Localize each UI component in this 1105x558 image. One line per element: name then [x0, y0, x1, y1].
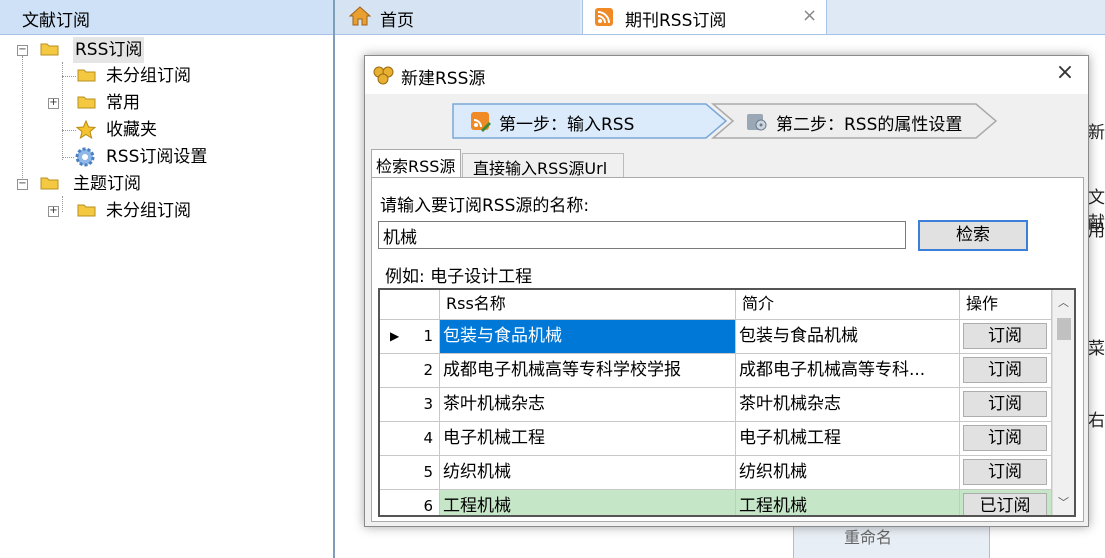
cell-action: 订阅 [960, 320, 1052, 354]
tree-node-favorites[interactable]: 收藏夹 [0, 117, 330, 143]
column-header-name[interactable]: Rss名称 [440, 290, 736, 320]
step-2-label: 第二步：RSS的属性设置 [776, 115, 963, 135]
left-panel-title: 文献订阅 [22, 11, 90, 31]
cell-description[interactable]: 成都电子机械高等专科... [736, 354, 960, 388]
cell-action: 订阅 [960, 422, 1052, 456]
row-pointer-icon: ▶ [390, 329, 400, 343]
cell-name[interactable]: 电子机械工程 [440, 422, 736, 456]
settings-icon [747, 114, 767, 131]
tree-node-common[interactable]: + 常用 [0, 90, 330, 116]
cell-name[interactable]: 成都电子机械高等专科学校学报 [440, 354, 736, 388]
column-header-description[interactable]: 简介 [736, 290, 960, 320]
search-input[interactable] [378, 221, 906, 249]
folder-open-icon [40, 177, 59, 190]
search-example: 例如: 电子设计工程 [385, 267, 533, 287]
folder-icon [77, 204, 96, 217]
tab-direct-url[interactable]: 直接输入RSS源Url [462, 153, 624, 178]
step-1: 第一步：输入RSS [465, 104, 705, 138]
column-header-action[interactable]: 操作 [960, 290, 1052, 320]
row-number: 2 [380, 354, 440, 388]
tree-node-rss-subscriptions[interactable]: − RSS订阅 [0, 37, 330, 63]
cell-action: 订阅 [960, 388, 1052, 422]
background-text: 新 [1088, 123, 1105, 143]
subscribe-button[interactable]: 订阅 [963, 459, 1047, 485]
step-2: 第二步：RSS的属性设置 [742, 104, 992, 138]
subscribe-button[interactable]: 订阅 [963, 357, 1047, 383]
row-number: ▶ 1 [380, 320, 440, 354]
tree-node-topic-ungrouped[interactable]: + 未分组订阅 [0, 198, 330, 224]
cell-description[interactable]: 茶叶机械杂志 [736, 388, 960, 422]
tab-home[interactable]: 首页 [335, 0, 580, 34]
tab-journal-rss-label: 期刊RSS订阅 [625, 11, 727, 31]
tab-search-rss-label: 检索RSS源 [376, 157, 456, 176]
scroll-down-icon[interactable]: ﹀ [1058, 494, 1069, 510]
tab-journal-rss[interactable]: 期刊RSS订阅 × [582, 0, 827, 34]
cell-name[interactable]: 工程机械 [440, 490, 736, 515]
tree-node-label: 主题订阅 [73, 174, 141, 194]
folder-icon [77, 69, 96, 82]
tree-node-label: 未分组订阅 [106, 66, 191, 86]
background-text: 用 [1088, 221, 1105, 241]
search-prompt: 请输入要订阅RSS源的名称: [380, 196, 590, 216]
scroll-up-icon[interactable]: ︿ [1058, 294, 1069, 310]
cell-description[interactable]: 工程机械 [736, 490, 960, 515]
tree-node-rss-settings[interactable]: RSS订阅设置 [0, 144, 330, 170]
rss-results-grid: Rss名称 简介 操作 ▶ 1 包装与食品机械 包装与食品机械 订阅 2 成都电… [378, 288, 1076, 517]
cell-description[interactable]: 纺织机械 [736, 456, 960, 490]
tree-node-label: 未分组订阅 [106, 201, 191, 221]
tab-search-rss[interactable]: 检索RSS源 [371, 149, 461, 178]
cell-action: 订阅 [960, 456, 1052, 490]
step-1-label: 第一步：输入RSS [499, 115, 635, 135]
expand-icon[interactable]: + [48, 206, 59, 217]
context-menu-item-rename[interactable]: 重命名 [844, 524, 892, 548]
collapse-icon[interactable]: − [17, 179, 28, 190]
dialog-close-icon[interactable]: × [1053, 62, 1077, 86]
new-rss-dialog: 新建RSS源 × 第一步：输入RSS 第二步：RSS的属性设置 检索RSS源 直… [364, 55, 1089, 527]
rss-edit-icon [471, 112, 491, 132]
tree-node-label: 收藏夹 [106, 120, 157, 140]
tab-direct-url-label: 直接输入RSS源Url [473, 159, 608, 178]
tree-node-label: 常用 [106, 93, 140, 113]
dialog-title: 新建RSS源 [401, 69, 486, 89]
star-icon [76, 120, 96, 140]
row-number: 6 [380, 490, 440, 515]
left-panel-header: 文献订阅 [0, 0, 333, 35]
rss-icon [595, 8, 613, 26]
background-text: 菜 [1088, 339, 1105, 359]
dialog-titlebar[interactable]: 新建RSS源 × [365, 56, 1088, 94]
grid-corner [380, 290, 440, 320]
tab-close-icon[interactable]: × [802, 5, 817, 26]
tree-node-topic-subscriptions[interactable]: − 主题订阅 [0, 171, 330, 197]
tree-node-label: RSS订阅 [73, 37, 145, 63]
row-number: 4 [380, 422, 440, 456]
cell-name[interactable]: 包装与食品机械 [440, 320, 736, 354]
background-text: 右 [1088, 411, 1105, 431]
expand-icon[interactable]: + [48, 98, 59, 109]
subscribed-button[interactable]: 已订阅 [963, 493, 1047, 515]
cell-description[interactable]: 包装与食品机械 [736, 320, 960, 354]
tree-node-label: RSS订阅设置 [106, 147, 208, 167]
subscribe-button[interactable]: 订阅 [963, 425, 1047, 451]
collapse-icon[interactable]: − [17, 45, 28, 56]
subscribe-button[interactable]: 订阅 [963, 323, 1047, 349]
home-icon [349, 6, 371, 26]
row-number: 3 [380, 388, 440, 422]
tree-node-ungrouped[interactable]: 未分组订阅 [0, 63, 330, 89]
cell-action: 已订阅 [960, 490, 1052, 515]
cell-description[interactable]: 电子机械工程 [736, 422, 960, 456]
cell-action: 订阅 [960, 354, 1052, 388]
row-number: 5 [380, 456, 440, 490]
folder-icon [77, 96, 96, 109]
vertical-scrollbar[interactable]: ︿ ﹀ [1052, 290, 1074, 515]
scrollbar-thumb[interactable] [1057, 318, 1071, 340]
tab-home-label: 首页 [380, 11, 414, 31]
rss-feeds-icon [373, 66, 394, 85]
cell-name[interactable]: 茶叶机械杂志 [440, 388, 736, 422]
left-panel: 文献订阅 − RSS订阅 未分组订阅 + 常用 收藏夹 RSS订阅设置 − 主题… [0, 0, 333, 558]
cell-name[interactable]: 纺织机械 [440, 456, 736, 490]
folder-open-icon [40, 43, 59, 56]
subscribe-button[interactable]: 订阅 [963, 391, 1047, 417]
gear-icon [75, 147, 95, 167]
search-button[interactable]: 检索 [918, 220, 1028, 251]
